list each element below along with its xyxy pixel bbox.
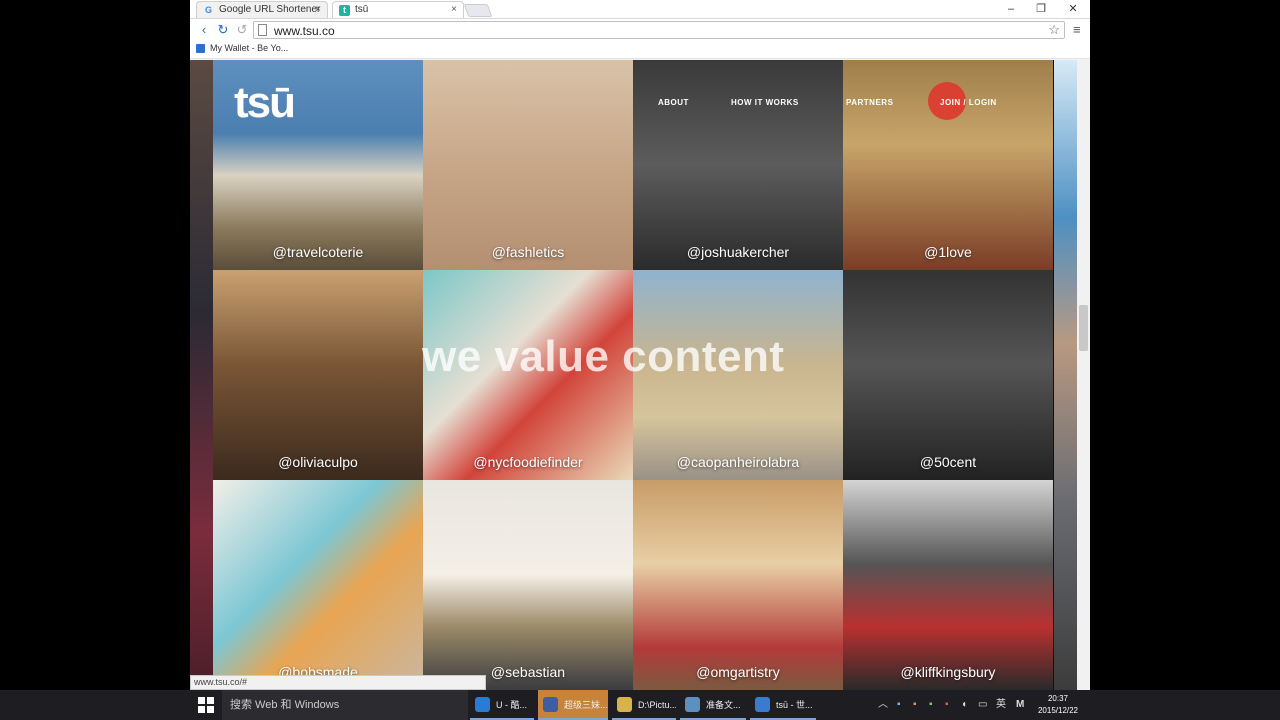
photo-tile[interactable]: @omgartistry: [633, 480, 843, 690]
tsu-logo[interactable]: tsū: [234, 78, 296, 128]
address-url: www.tsu.co: [274, 24, 335, 38]
photo-tile[interactable]: @oliviaculpo: [213, 270, 423, 480]
tab-strip: G Google URL Shortener × t tsū × – ❐ ✕: [190, 0, 1090, 19]
tab-title: Google URL Shortener: [219, 4, 321, 15]
bookmark-label: My Wallet - Be Yo...: [210, 43, 289, 53]
slogan: we value content: [422, 332, 785, 381]
taskbar-app[interactable]: 超级三妹...: [538, 690, 608, 720]
ime-mode-icon[interactable]: M: [1016, 690, 1024, 720]
taskbar-app-label: D:\Pictu...: [638, 700, 676, 710]
app-icon: [543, 697, 558, 712]
taskbar-app-label: 超级三妹...: [564, 700, 608, 710]
clock[interactable]: 20:37 2015/12/22: [1028, 693, 1088, 717]
app-icon: [475, 697, 490, 712]
reload-button[interactable]: ↻: [215, 22, 231, 38]
tile-handle[interactable]: @50cent: [843, 454, 1053, 470]
nav-join-login[interactable]: JOIN / LOGIN: [940, 98, 997, 107]
tile-handle[interactable]: @nycfoodiefinder: [423, 454, 633, 470]
status-bar: www.tsu.co/#: [190, 675, 486, 690]
menu-icon[interactable]: ≡: [1073, 22, 1081, 37]
tab-google-url-shortener[interactable]: G Google URL Shortener ×: [196, 1, 328, 18]
taskbar-app[interactable]: U - 酷...: [470, 690, 534, 720]
tile-handle[interactable]: @omgartistry: [633, 664, 843, 680]
edge-photo-left: [190, 60, 213, 690]
photo-tile[interactable]: @fashletics: [423, 60, 633, 270]
tile-handle[interactable]: @caopanheirolabra: [633, 454, 843, 470]
volume-icon[interactable]: ◖: [961, 690, 967, 720]
taskbar-app-label: 准备文...: [706, 700, 741, 710]
browser-toolbar: ‹ ↻ ↺ www.tsu.co ☆ ≡: [190, 19, 1090, 41]
page-icon: [258, 24, 267, 36]
address-bar[interactable]: www.tsu.co ☆: [253, 21, 1065, 39]
taskbar: 搜索 Web 和 Windows U - 酷... 超级三妹... D:\Pictu…: [0, 690, 1280, 720]
star-icon[interactable]: ☆: [1048, 22, 1060, 38]
tile-handle[interactable]: @oliviaculpo: [213, 454, 423, 470]
desktop-background-left: [0, 0, 190, 690]
close-icon[interactable]: ×: [451, 4, 457, 15]
tile-handle[interactable]: @1love: [843, 244, 1053, 260]
page-viewport: @travelcoterie @fashletics @joshuakercher @…: [190, 60, 1077, 690]
browser-window: G Google URL Shortener × t tsū × – ❐ ✕ ‹…: [190, 0, 1090, 690]
tray-network-icon[interactable]: ▪: [897, 690, 901, 720]
tile-handle[interactable]: @travelcoterie: [213, 244, 423, 260]
bookmarks-bar: My Wallet - Be Yo...: [190, 41, 1090, 59]
clock-time: 20:37: [1047, 694, 1069, 703]
wallet-icon: [196, 44, 205, 53]
app-icon: [685, 697, 700, 712]
tsu-icon: t: [339, 5, 350, 16]
tray-app-icon[interactable]: ▪: [913, 690, 917, 720]
scrollbar[interactable]: [1077, 60, 1090, 690]
windows-start-icon[interactable]: [198, 697, 214, 713]
photo-tile[interactable]: @50cent: [843, 270, 1053, 480]
nav-partners[interactable]: PARTNERS: [846, 98, 893, 107]
taskbar-app[interactable]: D:\Pictu...: [612, 690, 676, 720]
google-icon: G: [204, 5, 212, 15]
tile-handle[interactable]: @kliffkingsbury: [843, 664, 1053, 680]
minimize-button[interactable]: –: [996, 1, 1026, 17]
back-button[interactable]: ‹: [196, 22, 212, 38]
taskbar-app-label: tsū - 世...: [776, 700, 813, 710]
forward-button[interactable]: ↺: [234, 22, 250, 38]
taskbar-app[interactable]: 准备文...: [680, 690, 746, 720]
message-icon[interactable]: ▭: [978, 690, 987, 720]
nav-how-it-works[interactable]: HOW IT WORKS: [731, 98, 799, 107]
photo-tile[interactable]: @joshuakercher: [633, 60, 843, 270]
app-icon: [617, 697, 632, 712]
ime-language[interactable]: 英: [996, 690, 1006, 720]
taskbar-app[interactable]: tsū - 世...: [750, 690, 816, 720]
tray-chevron-icon[interactable]: ︿: [878, 690, 888, 720]
new-tab-button[interactable]: [463, 4, 493, 17]
nav-about[interactable]: ABOUT: [658, 98, 689, 107]
scrollbar-thumb[interactable]: [1079, 305, 1088, 351]
tile-handle[interactable]: @fashletics: [423, 244, 633, 260]
taskbar-search[interactable]: 搜索 Web 和 Windows: [222, 690, 468, 720]
photo-tile[interactable]: @bobsmade: [213, 480, 423, 690]
tab-tsu[interactable]: t tsū ×: [332, 1, 464, 18]
tab-title: tsū: [355, 4, 369, 15]
photo-tile[interactable]: @sebastian: [423, 480, 633, 690]
desktop-background-right: [1090, 0, 1280, 690]
tile-handle[interactable]: @joshuakercher: [633, 244, 843, 260]
taskbar-app-label: U - 酷...: [496, 700, 527, 710]
restore-button[interactable]: ❐: [1026, 1, 1056, 17]
clock-date: 2015/12/22: [1037, 706, 1079, 715]
tray-app-icon[interactable]: ▪: [929, 690, 933, 720]
close-window-button[interactable]: ✕: [1058, 1, 1088, 17]
photo-tile[interactable]: @kliffkingsbury: [843, 480, 1053, 690]
tray-app-icon[interactable]: ▪: [945, 690, 949, 720]
app-icon: [755, 697, 770, 712]
edge-photo-right: [1054, 60, 1077, 690]
bookmark-my-wallet[interactable]: My Wallet - Be Yo...: [196, 43, 288, 53]
close-icon[interactable]: ×: [315, 4, 321, 15]
